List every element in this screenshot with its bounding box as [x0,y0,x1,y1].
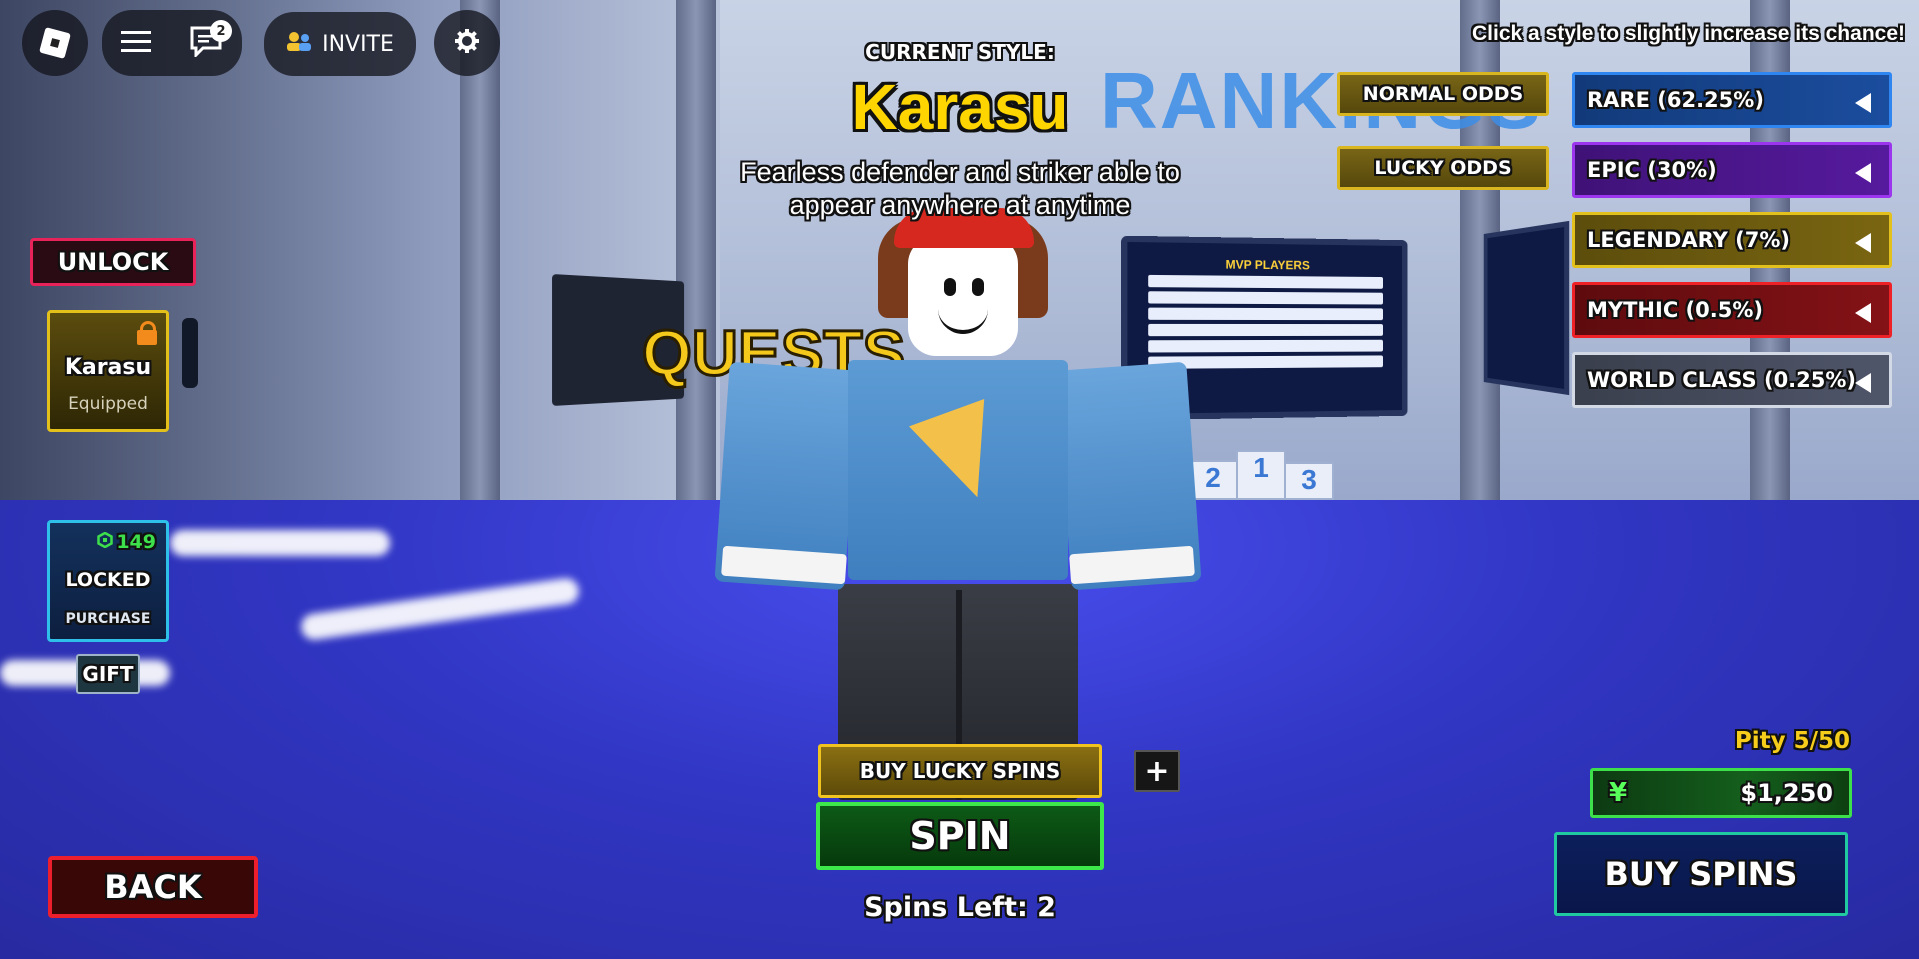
rarity-label: RARE (62.25%) [1587,88,1764,112]
rarity-mythic[interactable]: MYTHIC (0.5%) [1572,282,1892,338]
spins-left-text: Spins Left: 2 [820,892,1100,923]
add-lucky-spins-button[interactable]: + [1134,750,1180,792]
rarity-label: MYTHIC (0.5%) [1587,298,1763,322]
current-style-description: Fearless defender and striker able to ap… [700,156,1220,222]
podium-3: 3 [1284,462,1334,500]
pity-counter: Pity 5/50 [1650,728,1850,754]
wall-pillar [676,0,716,560]
player-avatar [718,200,1202,800]
odds-hint-text: Click a style to slightly increase its c… [1345,22,1905,46]
price-value: 149 [116,531,156,553]
side-leaderboard [1484,221,1569,395]
settings-button[interactable] [434,10,500,76]
currency-icon: ¥ [1609,778,1627,808]
lock-icon [136,321,158,345]
rarity-rare[interactable]: RARE (62.25%) [1572,72,1892,128]
roblox-logo-icon [39,27,71,59]
podium-1: 1 [1236,450,1286,500]
wall-pillar [460,0,500,560]
invite-label: INVITE [322,32,394,57]
roblox-menu-button[interactable] [22,10,88,76]
expand-arrow-icon [1855,373,1871,393]
expand-arrow-icon [1855,303,1871,323]
rarity-label: WORLD CLASS (0.25%) [1587,368,1856,392]
back-button[interactable]: BACK [48,856,258,918]
slot-status: Equipped [50,394,166,414]
rarity-legendary[interactable]: LEGENDARY (7%) [1572,212,1892,268]
unlock-button[interactable]: UNLOCK [30,238,196,286]
expand-arrow-icon [1855,163,1871,183]
hamburger-icon[interactable] [121,29,151,57]
lucky-odds-button[interactable]: LUCKY ODDS [1337,146,1549,190]
style-slot-locked[interactable]: 149 LOCKED PURCHASE [47,520,169,642]
rarity-epic[interactable]: EPIC (30%) [1572,142,1892,198]
gear-icon [454,28,480,58]
rarity-world-class[interactable]: WORLD CLASS (0.25%) [1572,352,1892,408]
expand-arrow-icon [1855,233,1871,253]
spin-button[interactable]: SPIN [816,802,1104,870]
style-slot-karasu[interactable]: Karasu Equipped [47,310,169,432]
avatar-head [908,236,1018,356]
slot-scrollbar[interactable] [182,318,198,388]
slot-price: 149 [97,531,156,553]
normal-odds-button[interactable]: NORMAL ODDS [1337,72,1549,116]
chat-badge: 2 [210,20,232,42]
slot-style-name: Karasu [50,355,166,380]
current-style-name: Karasu [760,70,1160,144]
current-style-label: CURRENT STYLE: [790,40,1130,64]
robux-icon [97,531,113,553]
slot-locked-title: LOCKED [50,569,166,591]
money-display: ¥ $1,250 [1590,768,1852,818]
rarity-label: EPIC (30%) [1587,158,1717,182]
floor-light [170,530,390,556]
invite-button[interactable]: INVITE [264,12,416,76]
invite-people-icon [286,31,312,57]
rarity-label: LEGENDARY (7%) [1587,228,1790,252]
slot-purchase-label: PURCHASE [50,611,166,627]
expand-arrow-icon [1855,93,1871,113]
buy-lucky-spins-button[interactable]: BUY LUCKY SPINS [818,744,1102,798]
gift-button[interactable]: GIFT [76,654,140,694]
buy-spins-button[interactable]: BUY SPINS [1554,832,1848,916]
money-amount: $1,250 [1740,779,1833,807]
